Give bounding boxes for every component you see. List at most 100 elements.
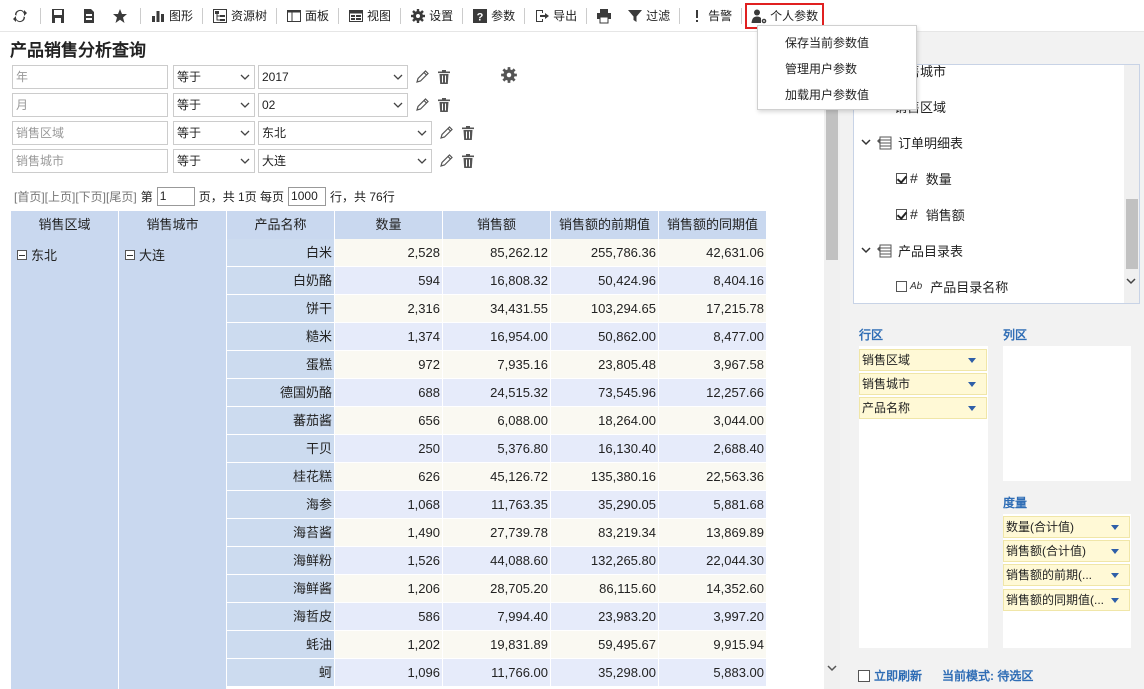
tree-item-order-detail[interactable]: 订单明细表 <box>860 131 963 153</box>
pencil-icon[interactable] <box>438 153 454 169</box>
filter-field-input[interactable]: 销售区域 <box>12 121 168 145</box>
save-as-button[interactable] <box>75 4 106 28</box>
column-header[interactable]: 销售额的前期值 <box>551 211 659 239</box>
pager-last-link[interactable]: [尾页] <box>106 188 137 205</box>
filter-field-input[interactable]: 销售城市 <box>12 149 168 173</box>
filter-field-input[interactable]: 年 <box>12 65 168 89</box>
menu-item-load-params[interactable]: 加载用户参数值 <box>758 82 916 108</box>
funnel-icon <box>628 9 643 22</box>
product-name-cell: 蕃茄酱 <box>227 407 335 435</box>
chevron-down-icon[interactable] <box>860 137 872 147</box>
row-area-item[interactable]: 产品名称 <box>859 397 987 419</box>
filter-value-select[interactable]: 大连 <box>258 149 432 173</box>
refresh-button[interactable] <box>6 4 37 28</box>
filter-value-select[interactable]: 东北 <box>258 121 432 145</box>
resource-tree-button[interactable]: 资源树 <box>206 4 273 28</box>
table-icon <box>877 244 892 258</box>
filter-value-text: 东北 <box>262 126 287 140</box>
caret-down-icon[interactable] <box>1111 549 1119 554</box>
trash-icon[interactable] <box>460 153 476 169</box>
main-scrollbar[interactable] <box>824 32 840 689</box>
pencil-icon[interactable] <box>414 97 430 113</box>
tree-item-label: 数量 <box>925 171 952 187</box>
panel-button[interactable]: 面板 <box>280 4 335 28</box>
params-button[interactable]: ? 参数 <box>466 4 521 28</box>
tree-checkbox[interactable] <box>896 208 907 220</box>
export-button[interactable]: 导出 <box>528 4 583 28</box>
row-area-item[interactable]: 销售城市 <box>859 373 987 395</box>
tree-item-sales-amount[interactable]: # 销售额 <box>896 203 965 225</box>
menu-item-save-params[interactable]: 保存当前参数值 <box>758 30 916 56</box>
tree-item-product-catalog-name[interactable]: Ab 产品目录名称 <box>896 275 1008 297</box>
pencil-icon[interactable] <box>438 125 454 141</box>
measure-area-item[interactable]: 数量(合计值) <box>1003 516 1130 538</box>
main-scrollbar-thumb[interactable] <box>826 106 838 260</box>
bar-chart-icon <box>152 10 164 22</box>
chevron-down-icon[interactable] <box>860 245 872 255</box>
filter-button[interactable]: 过滤 <box>621 4 676 28</box>
tree-item-product-catalog[interactable]: 产品目录表 <box>860 239 963 261</box>
caret-down-icon[interactable] <box>968 406 976 411</box>
pencil-icon[interactable] <box>414 69 430 85</box>
filter-operator-select[interactable]: 等于 <box>173 149 255 173</box>
column-header[interactable]: 销售额的同期值 <box>659 211 767 239</box>
caret-down-icon[interactable] <box>1111 525 1119 530</box>
chevron-down-icon[interactable] <box>826 662 838 674</box>
tree-item-quantity[interactable]: # 数量 <box>896 167 952 189</box>
pager-next-link[interactable]: [下页] <box>75 188 106 205</box>
filter-field-input[interactable]: 月 <box>12 93 168 117</box>
filter-settings-gear-icon[interactable] <box>500 66 518 84</box>
filter-value-select[interactable]: 2017 <box>258 65 408 89</box>
tree-checkbox[interactable] <box>896 280 907 292</box>
column-area[interactable] <box>1003 346 1131 481</box>
pager-first-link[interactable]: [首页] <box>14 188 45 205</box>
auto-refresh-label[interactable]: 立即刷新 <box>874 667 922 684</box>
product-name-cell: 饼干 <box>227 295 335 323</box>
chart-label: 图形 <box>169 9 194 23</box>
measure-area-item[interactable]: 销售额的前期(... <box>1003 564 1130 586</box>
trash-icon[interactable] <box>436 97 452 113</box>
sales-previous-cell: 135,380.16 <box>551 463 659 491</box>
pager-page-input[interactable]: 1 <box>156 186 195 206</box>
favorite-button[interactable] <box>106 4 137 28</box>
save-button[interactable] <box>44 4 75 28</box>
pager-prev-link[interactable]: [上页] <box>45 188 76 205</box>
collapse-icon[interactable] <box>125 249 135 260</box>
measure-area-item[interactable]: 销售额的同期值(... <box>1003 589 1130 611</box>
column-header[interactable]: 销售额 <box>443 211 551 239</box>
collapse-icon[interactable] <box>17 249 27 260</box>
row-area-item[interactable]: 销售区域 <box>859 349 987 371</box>
quantity-cell: 586 <box>335 603 443 631</box>
view-button[interactable]: 视图 <box>342 4 397 28</box>
chevron-down-icon <box>393 102 403 108</box>
print-button[interactable] <box>590 4 621 28</box>
chart-button[interactable]: 图形 <box>144 4 199 28</box>
column-header[interactable]: 销售城市 <box>119 211 227 239</box>
sales-previous-cell: 18,264.00 <box>551 407 659 435</box>
column-header[interactable]: 数量 <box>335 211 443 239</box>
caret-down-icon[interactable] <box>1111 598 1119 603</box>
settings-button[interactable]: 设置 <box>404 4 459 28</box>
tree-scrollbar[interactable] <box>1124 64 1140 304</box>
column-header[interactable]: 产品名称 <box>227 211 335 239</box>
trash-icon[interactable] <box>460 125 476 141</box>
tree-checkbox[interactable] <box>896 172 907 184</box>
pager-size-input[interactable]: 1000 <box>288 186 327 206</box>
alert-button[interactable]: 告警 <box>683 4 738 28</box>
chevron-down-icon[interactable] <box>1125 275 1137 287</box>
tree-item-label: 产品目录表 <box>898 243 964 259</box>
caret-down-icon[interactable] <box>968 358 976 363</box>
filter-operator-select[interactable]: 等于 <box>173 65 255 89</box>
trash-icon[interactable] <box>436 69 452 85</box>
filter-operator-select[interactable]: 等于 <box>173 93 255 117</box>
tree-scrollbar-thumb[interactable] <box>1126 199 1138 269</box>
caret-down-icon[interactable] <box>968 382 976 387</box>
filter-operator-select[interactable]: 等于 <box>173 121 255 145</box>
menu-item-manage-params[interactable]: 管理用户参数 <box>758 56 916 82</box>
column-header[interactable]: 销售区域 <box>11 211 119 239</box>
product-name-cell: 海鲜酱 <box>227 575 335 603</box>
auto-refresh-checkbox[interactable] <box>858 669 870 682</box>
filter-value-select[interactable]: 02 <box>258 93 408 117</box>
caret-down-icon[interactable] <box>1111 573 1119 578</box>
measure-area-item[interactable]: 销售额(合计值) <box>1003 540 1130 562</box>
